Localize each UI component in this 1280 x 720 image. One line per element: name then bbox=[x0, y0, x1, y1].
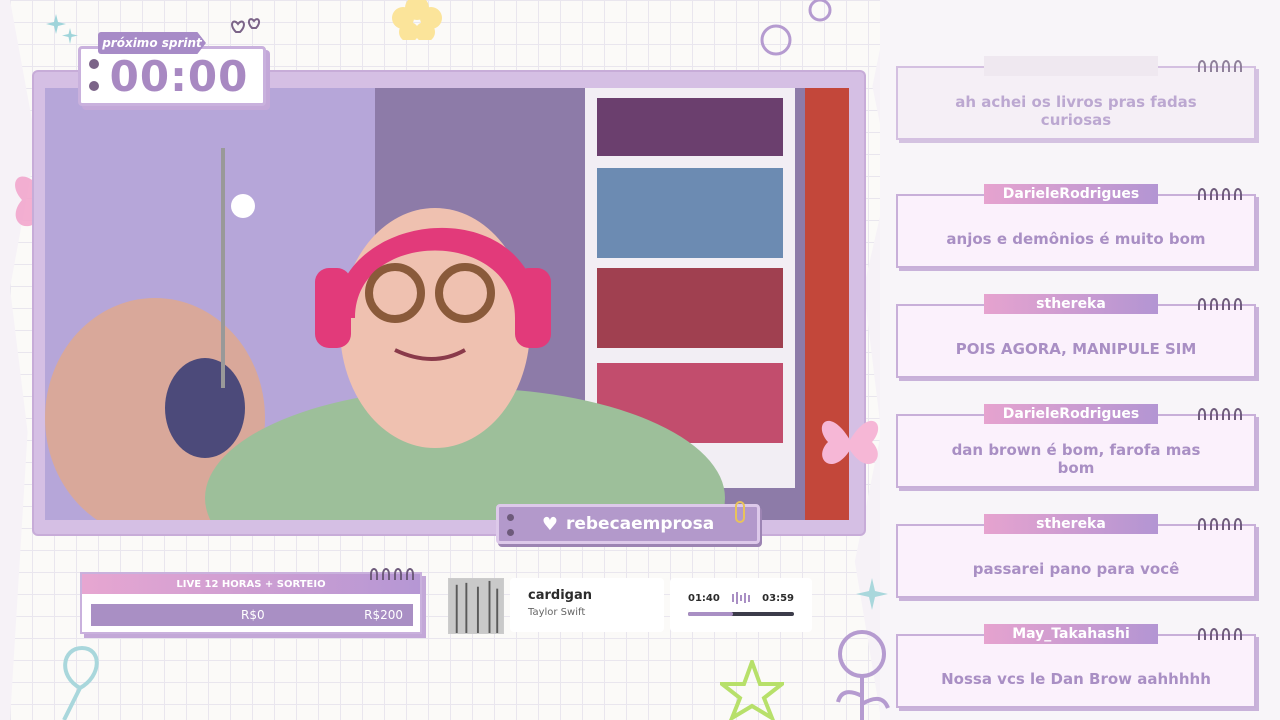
now-playing-info: cardigan Taylor Swift bbox=[510, 578, 664, 632]
album-cover bbox=[448, 578, 504, 634]
goal-target: R$200 bbox=[364, 608, 403, 622]
flower-doodle-icon bbox=[836, 630, 890, 720]
sprint-timer: 00:00 bbox=[78, 46, 266, 106]
spiral-binding-icon bbox=[1198, 408, 1242, 420]
spiral-binding-icon bbox=[370, 568, 414, 580]
timer-value: 00:00 bbox=[109, 51, 249, 101]
spiral-binding-icon bbox=[1198, 628, 1242, 640]
chat-text: dan brown é bom, farofa mas bom bbox=[951, 441, 1201, 477]
chat-text: ah achei os livros pras fadas curiosas bbox=[955, 93, 1197, 129]
song-progress-fill bbox=[688, 612, 733, 616]
binder-holes bbox=[89, 59, 99, 91]
chat-message: DarieleRodrigues dan brown é bom, farofa … bbox=[896, 404, 1256, 488]
chat-message: sthereka passarei pano para você bbox=[896, 514, 1256, 598]
sparkle-icon bbox=[856, 578, 888, 610]
chat-username: sthereka bbox=[984, 294, 1158, 314]
chat-username: May_Takahashi bbox=[984, 624, 1158, 644]
timer-label-tag: próximo sprint bbox=[98, 32, 206, 54]
webcam-feed bbox=[45, 88, 849, 520]
flower-decoration-icon bbox=[392, 0, 442, 40]
chat-message: ah achei os livros pras fadas curiosas bbox=[896, 56, 1256, 140]
song-progress-bar bbox=[688, 612, 794, 616]
song-artist: Taylor Swift bbox=[528, 607, 586, 618]
timer-label: próximo sprint bbox=[102, 36, 202, 50]
webcam-scene bbox=[45, 88, 849, 520]
chat-message: May_Takahashi Nossa vcs le Dan Brow aahhh… bbox=[896, 624, 1256, 708]
chat-message: DarieleRodrigues anjos e demônios é muito… bbox=[896, 184, 1256, 268]
duration-time: 03:59 bbox=[762, 592, 794, 604]
chat-text: Nossa vcs le Dan Brow aahhhhh bbox=[941, 670, 1211, 688]
song-title: cardigan bbox=[528, 588, 592, 603]
pink-butterfly-icon-right bbox=[821, 420, 879, 465]
chat-text: POIS AGORA, MANIPULE SIM bbox=[955, 340, 1197, 358]
forest-album-art bbox=[449, 579, 503, 633]
chat-text: anjos e demônios é muito bom bbox=[946, 230, 1206, 248]
chat-username: DarieleRodrigues bbox=[984, 404, 1158, 424]
equalizer-icon bbox=[732, 592, 750, 604]
goal-current: R$0 bbox=[241, 608, 265, 622]
hearts-doodle-icon bbox=[231, 18, 261, 33]
flower-outline-icon bbox=[760, 0, 832, 56]
elapsed-time: 01:40 bbox=[688, 592, 720, 604]
goal-progress-bar: R$0 R$200 bbox=[91, 604, 413, 626]
donation-goal-widget: LIVE 12 HORAS + SORTEIO R$0 R$200 bbox=[80, 568, 422, 634]
spiral-binding-icon bbox=[1198, 60, 1242, 72]
chat-username: sthereka bbox=[984, 514, 1158, 534]
music-progress-widget: 01:40 03:59 bbox=[670, 578, 812, 632]
chat-text: passarei pano para você bbox=[972, 560, 1180, 578]
chat-username: DarieleRodrigues bbox=[984, 184, 1158, 204]
balloon-doodle-icon bbox=[62, 645, 99, 720]
streamer-name-tag: ♥ rebecaemprosa bbox=[496, 501, 760, 544]
chat-username bbox=[984, 56, 1158, 76]
spiral-binding-icon bbox=[1198, 188, 1242, 200]
spiral-binding-icon bbox=[1198, 298, 1242, 310]
star-doodle-icon bbox=[720, 660, 784, 720]
sparkle-small-icon bbox=[46, 14, 78, 44]
paperclip-icon bbox=[735, 501, 745, 523]
spiral-binding-icon bbox=[1198, 518, 1242, 530]
chat-message: sthereka POIS AGORA, MANIPULE SIM bbox=[896, 294, 1256, 378]
heart-icon: ♥ bbox=[541, 513, 558, 535]
streamer-name: rebecaemprosa bbox=[565, 514, 715, 534]
binder-holes bbox=[507, 514, 514, 536]
